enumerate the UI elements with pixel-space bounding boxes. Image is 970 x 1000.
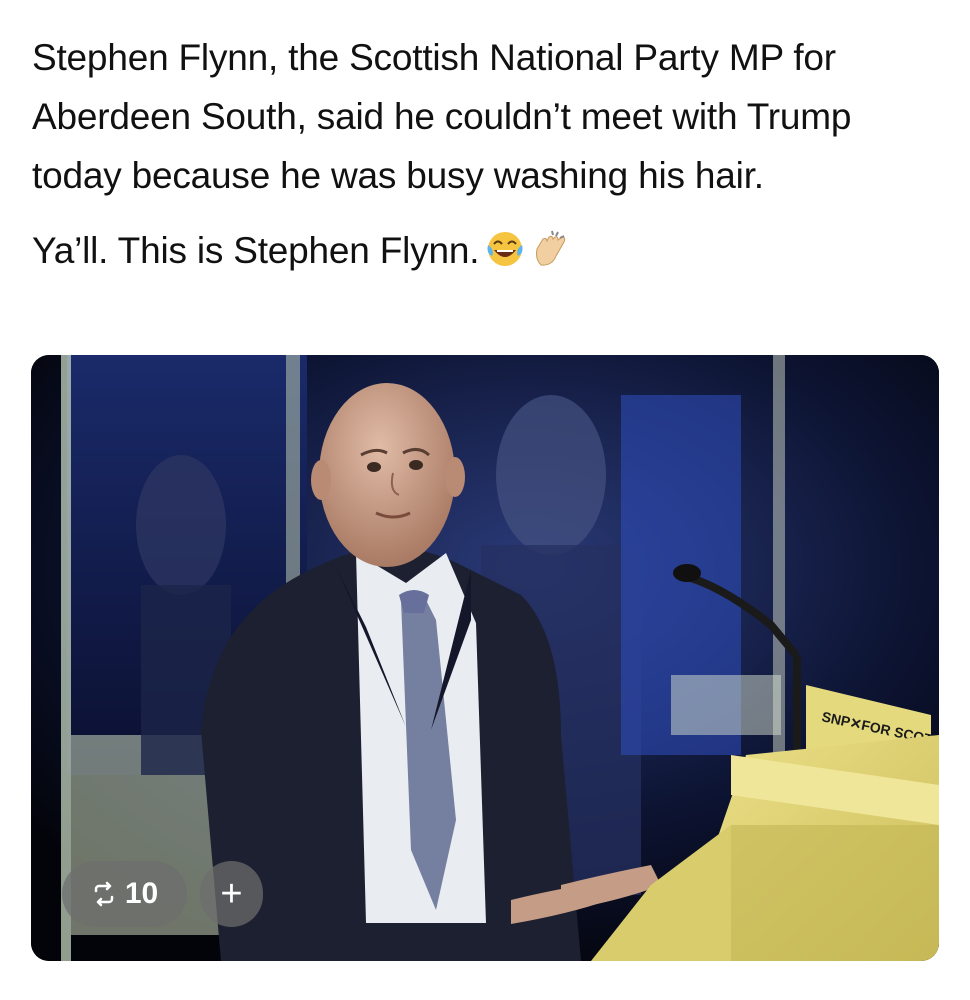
- post-paragraph-1: Stephen Flynn, the Scottish National Par…: [32, 37, 852, 196]
- post-photo[interactable]: SNP✕FOR SCOTLAND 10 +: [31, 355, 939, 961]
- plus-icon: +: [220, 872, 243, 915]
- repost-icon: [94, 881, 114, 907]
- post-paragraph-2-text: Ya’ll. This is Stephen Flynn.: [32, 230, 480, 271]
- add-button[interactable]: +: [200, 861, 263, 927]
- repost-count-chip[interactable]: 10: [62, 861, 187, 927]
- clapping-hands-icon: [536, 230, 566, 266]
- face-with-tears-of-joy-icon: [487, 232, 523, 266]
- post-text: Stephen Flynn, the Scottish National Par…: [32, 28, 932, 280]
- post-paragraph-2: Ya’ll. This is Stephen Flynn.: [32, 221, 932, 280]
- repost-count: 10: [124, 877, 159, 910]
